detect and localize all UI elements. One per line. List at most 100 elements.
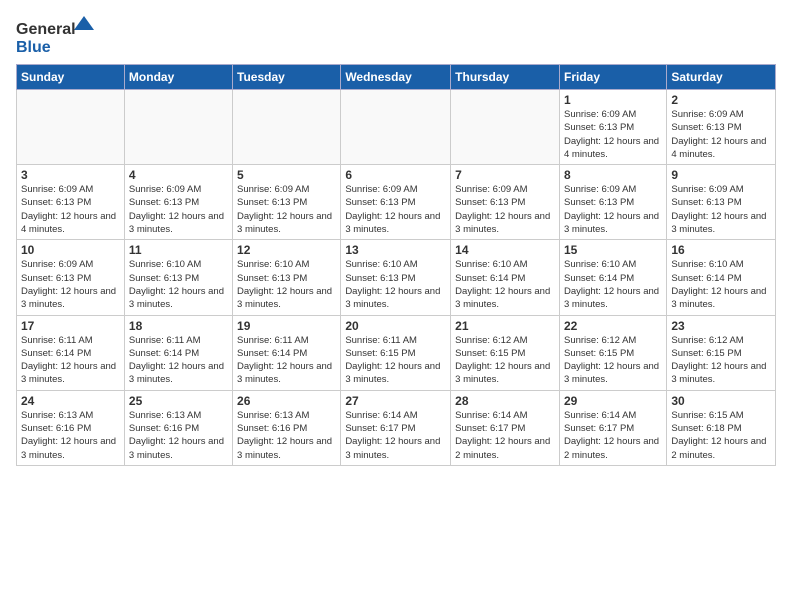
day-number: 11	[129, 243, 228, 257]
calendar-header-row: SundayMondayTuesdayWednesdayThursdayFrid…	[17, 65, 776, 90]
day-number: 30	[671, 394, 771, 408]
day-info: Sunrise: 6:15 AM Sunset: 6:18 PM Dayligh…	[671, 409, 771, 462]
day-info: Sunrise: 6:09 AM Sunset: 6:13 PM Dayligh…	[671, 183, 771, 236]
day-number: 25	[129, 394, 228, 408]
day-number: 8	[564, 168, 662, 182]
day-info: Sunrise: 6:09 AM Sunset: 6:13 PM Dayligh…	[671, 108, 771, 161]
calendar-cell: 4Sunrise: 6:09 AM Sunset: 6:13 PM Daylig…	[124, 165, 232, 240]
day-info: Sunrise: 6:10 AM Sunset: 6:14 PM Dayligh…	[564, 258, 662, 311]
day-number: 22	[564, 319, 662, 333]
col-header-wednesday: Wednesday	[341, 65, 451, 90]
calendar-cell: 29Sunrise: 6:14 AM Sunset: 6:17 PM Dayli…	[559, 390, 666, 465]
calendar-cell	[233, 90, 341, 165]
calendar-cell: 26Sunrise: 6:13 AM Sunset: 6:16 PM Dayli…	[233, 390, 341, 465]
day-number: 28	[455, 394, 555, 408]
calendar-cell: 10Sunrise: 6:09 AM Sunset: 6:13 PM Dayli…	[17, 240, 125, 315]
calendar-week-4: 17Sunrise: 6:11 AM Sunset: 6:14 PM Dayli…	[17, 315, 776, 390]
day-number: 14	[455, 243, 555, 257]
day-info: Sunrise: 6:13 AM Sunset: 6:16 PM Dayligh…	[21, 409, 120, 462]
day-number: 17	[21, 319, 120, 333]
col-header-friday: Friday	[559, 65, 666, 90]
day-info: Sunrise: 6:09 AM Sunset: 6:13 PM Dayligh…	[21, 258, 120, 311]
calendar-week-5: 24Sunrise: 6:13 AM Sunset: 6:16 PM Dayli…	[17, 390, 776, 465]
day-info: Sunrise: 6:11 AM Sunset: 6:14 PM Dayligh…	[21, 334, 120, 387]
day-number: 15	[564, 243, 662, 257]
day-number: 10	[21, 243, 120, 257]
day-number: 23	[671, 319, 771, 333]
calendar-cell	[451, 90, 560, 165]
calendar-table: SundayMondayTuesdayWednesdayThursdayFrid…	[16, 64, 776, 466]
day-number: 2	[671, 93, 771, 107]
day-info: Sunrise: 6:10 AM Sunset: 6:13 PM Dayligh…	[129, 258, 228, 311]
logo: GeneralBlue	[16, 16, 96, 54]
svg-text:General: General	[16, 21, 76, 38]
day-info: Sunrise: 6:09 AM Sunset: 6:13 PM Dayligh…	[455, 183, 555, 236]
day-number: 27	[345, 394, 446, 408]
day-info: Sunrise: 6:11 AM Sunset: 6:14 PM Dayligh…	[129, 334, 228, 387]
calendar-cell	[341, 90, 451, 165]
calendar-cell: 18Sunrise: 6:11 AM Sunset: 6:14 PM Dayli…	[124, 315, 232, 390]
day-info: Sunrise: 6:13 AM Sunset: 6:16 PM Dayligh…	[129, 409, 228, 462]
calendar-cell: 9Sunrise: 6:09 AM Sunset: 6:13 PM Daylig…	[667, 165, 776, 240]
day-info: Sunrise: 6:09 AM Sunset: 6:13 PM Dayligh…	[129, 183, 228, 236]
day-number: 20	[345, 319, 446, 333]
calendar-cell: 21Sunrise: 6:12 AM Sunset: 6:15 PM Dayli…	[451, 315, 560, 390]
col-header-monday: Monday	[124, 65, 232, 90]
day-number: 9	[671, 168, 771, 182]
calendar-week-3: 10Sunrise: 6:09 AM Sunset: 6:13 PM Dayli…	[17, 240, 776, 315]
day-info: Sunrise: 6:11 AM Sunset: 6:14 PM Dayligh…	[237, 334, 336, 387]
calendar-cell: 25Sunrise: 6:13 AM Sunset: 6:16 PM Dayli…	[124, 390, 232, 465]
calendar-cell: 5Sunrise: 6:09 AM Sunset: 6:13 PM Daylig…	[233, 165, 341, 240]
col-header-thursday: Thursday	[451, 65, 560, 90]
calendar-cell: 6Sunrise: 6:09 AM Sunset: 6:13 PM Daylig…	[341, 165, 451, 240]
col-header-tuesday: Tuesday	[233, 65, 341, 90]
day-number: 16	[671, 243, 771, 257]
day-number: 3	[21, 168, 120, 182]
day-number: 7	[455, 168, 555, 182]
day-info: Sunrise: 6:09 AM Sunset: 6:13 PM Dayligh…	[237, 183, 336, 236]
day-info: Sunrise: 6:14 AM Sunset: 6:17 PM Dayligh…	[564, 409, 662, 462]
svg-text:Blue: Blue	[16, 39, 51, 54]
calendar-cell: 15Sunrise: 6:10 AM Sunset: 6:14 PM Dayli…	[559, 240, 666, 315]
day-info: Sunrise: 6:10 AM Sunset: 6:13 PM Dayligh…	[345, 258, 446, 311]
calendar-cell: 7Sunrise: 6:09 AM Sunset: 6:13 PM Daylig…	[451, 165, 560, 240]
day-info: Sunrise: 6:12 AM Sunset: 6:15 PM Dayligh…	[671, 334, 771, 387]
day-info: Sunrise: 6:09 AM Sunset: 6:13 PM Dayligh…	[21, 183, 120, 236]
calendar-cell: 16Sunrise: 6:10 AM Sunset: 6:14 PM Dayli…	[667, 240, 776, 315]
calendar-cell: 20Sunrise: 6:11 AM Sunset: 6:15 PM Dayli…	[341, 315, 451, 390]
day-info: Sunrise: 6:09 AM Sunset: 6:13 PM Dayligh…	[345, 183, 446, 236]
col-header-sunday: Sunday	[17, 65, 125, 90]
day-info: Sunrise: 6:11 AM Sunset: 6:15 PM Dayligh…	[345, 334, 446, 387]
calendar-cell: 30Sunrise: 6:15 AM Sunset: 6:18 PM Dayli…	[667, 390, 776, 465]
calendar-cell: 1Sunrise: 6:09 AM Sunset: 6:13 PM Daylig…	[559, 90, 666, 165]
day-info: Sunrise: 6:10 AM Sunset: 6:13 PM Dayligh…	[237, 258, 336, 311]
calendar-cell: 19Sunrise: 6:11 AM Sunset: 6:14 PM Dayli…	[233, 315, 341, 390]
calendar-cell: 14Sunrise: 6:10 AM Sunset: 6:14 PM Dayli…	[451, 240, 560, 315]
day-number: 21	[455, 319, 555, 333]
calendar-cell: 8Sunrise: 6:09 AM Sunset: 6:13 PM Daylig…	[559, 165, 666, 240]
calendar-cell: 13Sunrise: 6:10 AM Sunset: 6:13 PM Dayli…	[341, 240, 451, 315]
day-number: 13	[345, 243, 446, 257]
calendar-week-2: 3Sunrise: 6:09 AM Sunset: 6:13 PM Daylig…	[17, 165, 776, 240]
calendar-cell: 3Sunrise: 6:09 AM Sunset: 6:13 PM Daylig…	[17, 165, 125, 240]
day-number: 19	[237, 319, 336, 333]
calendar-cell: 17Sunrise: 6:11 AM Sunset: 6:14 PM Dayli…	[17, 315, 125, 390]
logo-svg: GeneralBlue	[16, 16, 96, 54]
day-info: Sunrise: 6:13 AM Sunset: 6:16 PM Dayligh…	[237, 409, 336, 462]
calendar-cell: 12Sunrise: 6:10 AM Sunset: 6:13 PM Dayli…	[233, 240, 341, 315]
day-info: Sunrise: 6:09 AM Sunset: 6:13 PM Dayligh…	[564, 183, 662, 236]
day-number: 5	[237, 168, 336, 182]
day-info: Sunrise: 6:10 AM Sunset: 6:14 PM Dayligh…	[671, 258, 771, 311]
day-number: 18	[129, 319, 228, 333]
calendar-cell: 2Sunrise: 6:09 AM Sunset: 6:13 PM Daylig…	[667, 90, 776, 165]
day-info: Sunrise: 6:10 AM Sunset: 6:14 PM Dayligh…	[455, 258, 555, 311]
day-info: Sunrise: 6:12 AM Sunset: 6:15 PM Dayligh…	[455, 334, 555, 387]
day-number: 24	[21, 394, 120, 408]
day-info: Sunrise: 6:14 AM Sunset: 6:17 PM Dayligh…	[345, 409, 446, 462]
day-info: Sunrise: 6:09 AM Sunset: 6:13 PM Dayligh…	[564, 108, 662, 161]
calendar-cell	[124, 90, 232, 165]
calendar-cell: 23Sunrise: 6:12 AM Sunset: 6:15 PM Dayli…	[667, 315, 776, 390]
calendar-week-1: 1Sunrise: 6:09 AM Sunset: 6:13 PM Daylig…	[17, 90, 776, 165]
col-header-saturday: Saturday	[667, 65, 776, 90]
day-number: 26	[237, 394, 336, 408]
